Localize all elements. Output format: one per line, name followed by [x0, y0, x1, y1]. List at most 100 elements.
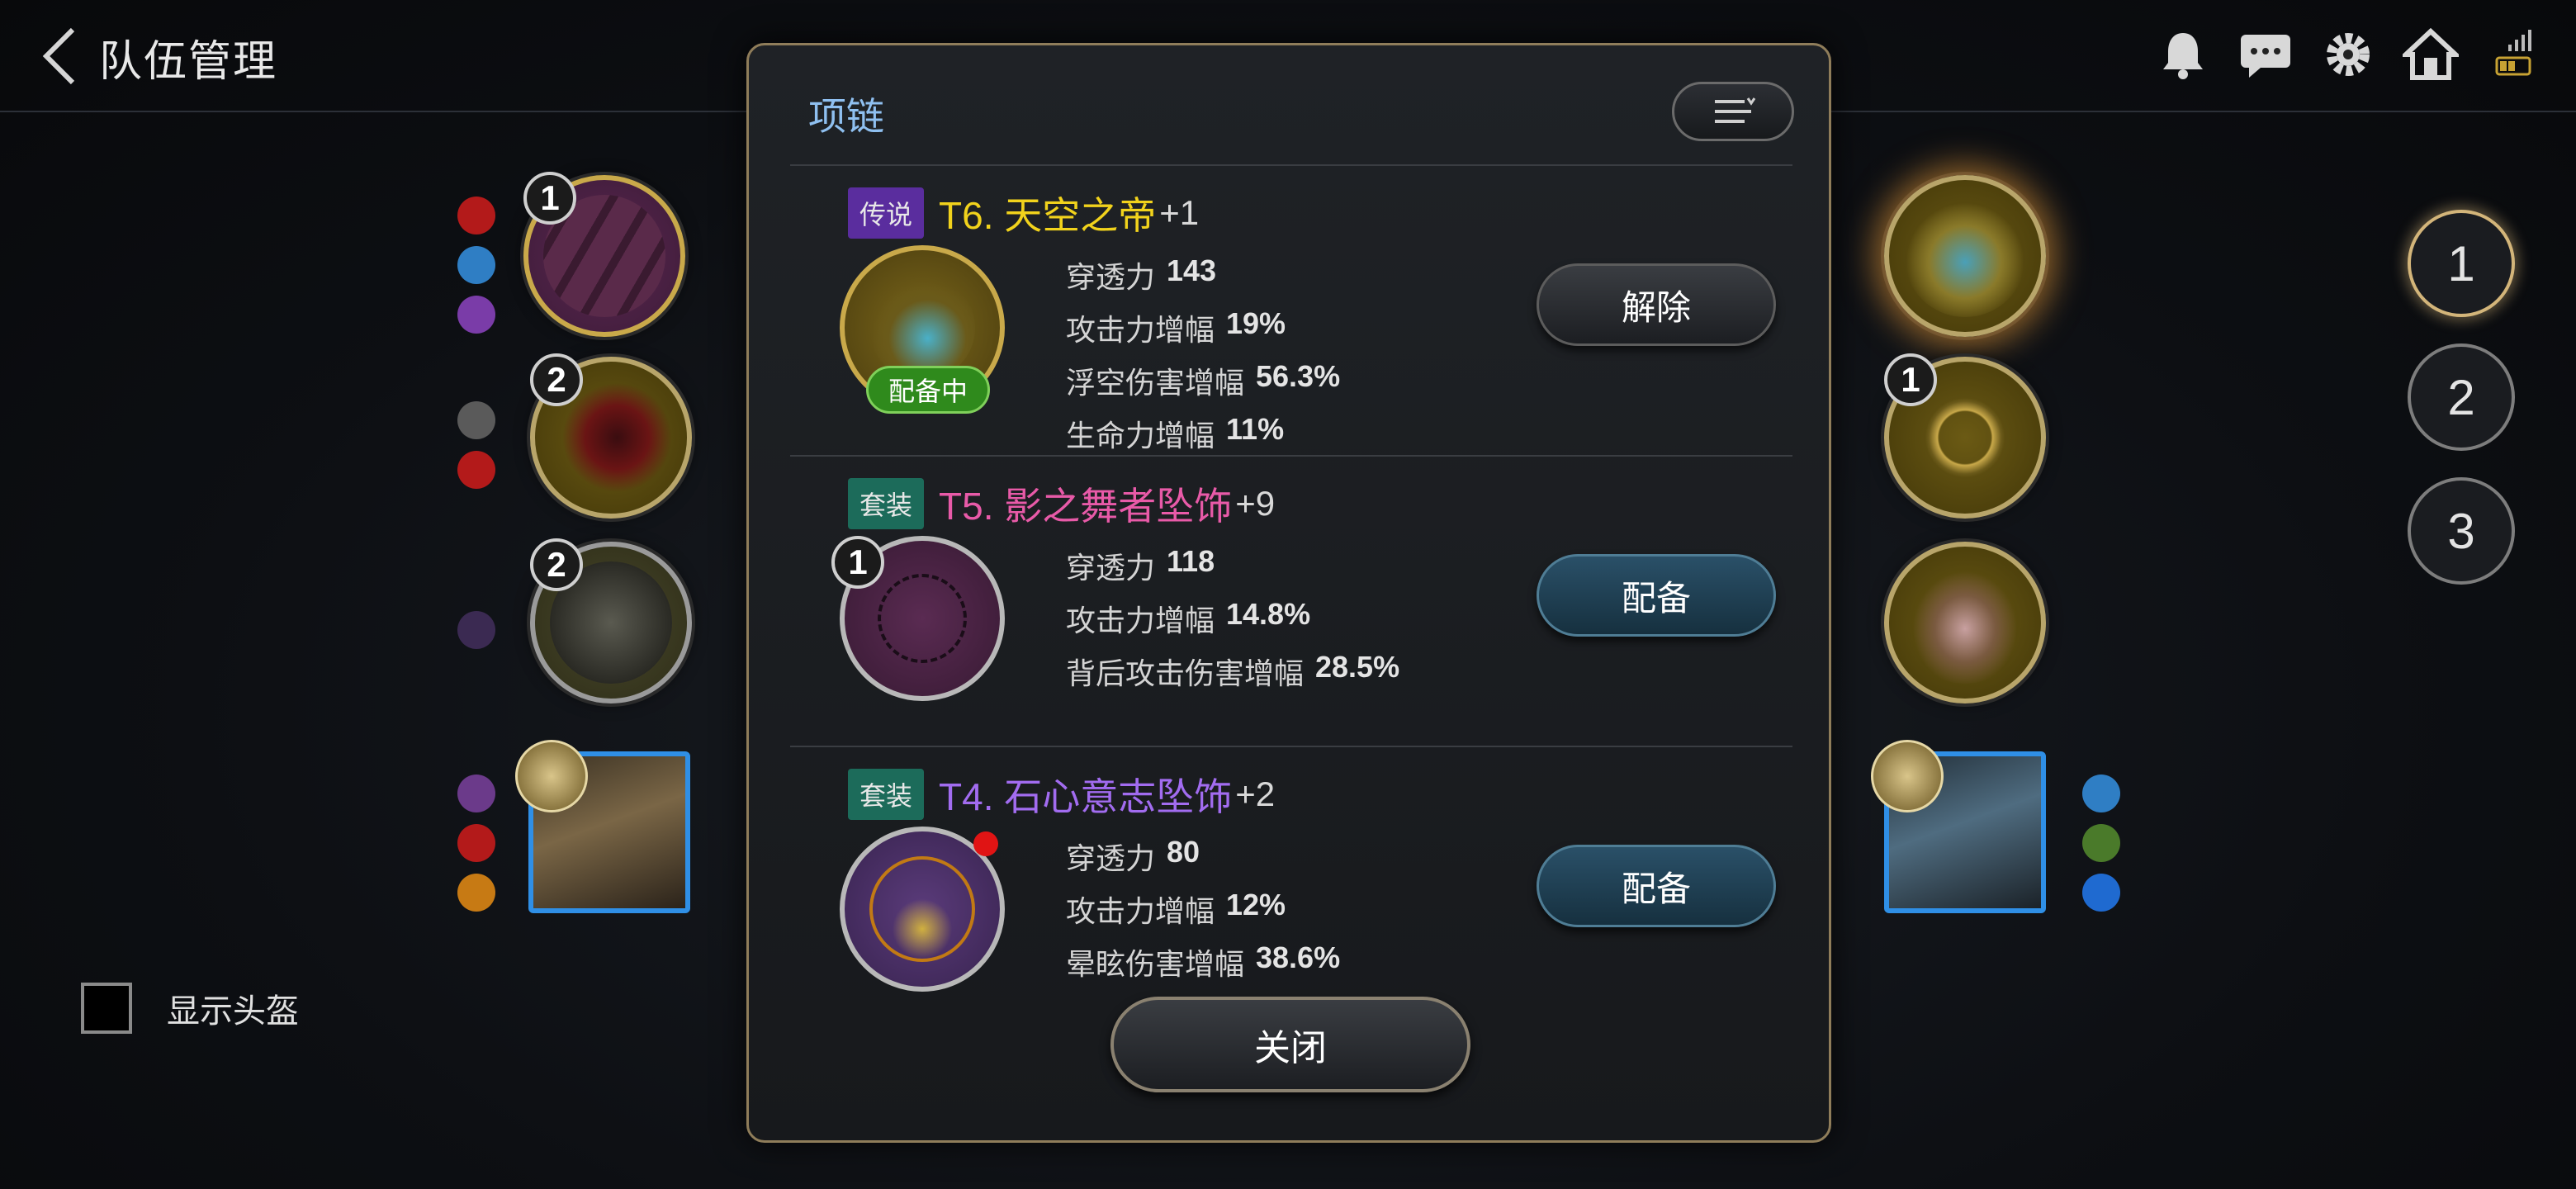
- preset-button-2[interactable]: 2: [2408, 343, 2515, 451]
- bell-icon: [2163, 33, 2203, 79]
- equip-button[interactable]: 配备: [1537, 554, 1776, 637]
- level-badge: 1: [523, 172, 576, 225]
- preset-buttons: 1 2 3: [2408, 210, 2515, 585]
- stat-row: 攻击力增幅 14.8%: [1066, 597, 1399, 640]
- divider: [790, 746, 1792, 747]
- shield-icon: [457, 611, 495, 649]
- stat-label: 浮空伤害增幅: [1066, 366, 1245, 400]
- chevron-left-icon: [42, 27, 75, 85]
- divider: [790, 455, 1792, 457]
- stat-value: 19%: [1226, 306, 1286, 340]
- necklace-art: [878, 574, 967, 663]
- settings-button[interactable]: [2318, 25, 2378, 84]
- home-button[interactable]: [2401, 25, 2460, 84]
- level-badge: 2: [530, 353, 583, 406]
- equip-button[interactable]: 配备: [1537, 845, 1776, 927]
- top-icons: [2153, 25, 2543, 84]
- rarity-badge: 传说: [848, 187, 925, 239]
- wing-icon: [457, 246, 495, 284]
- show-helmet-checkbox[interactable]: [81, 983, 132, 1034]
- medal-icon: [515, 740, 588, 812]
- stat-row: 穿透力 80: [1066, 835, 1340, 878]
- necklace-item-2: 套装 T5. 影之舞者坠饰 +9 1 穿透力 118 攻击力增幅 14.8% 背后攻…: [790, 462, 1792, 742]
- ghost-icon: [457, 296, 495, 334]
- filter-icon: [1715, 97, 1756, 123]
- leaf-icon: [2082, 824, 2120, 862]
- necklace-item-3: 套装 T4. 石心意志坠饰 +2 穿透力 80 攻击力增幅 12% 晕眩伤害增幅 38…: [790, 752, 1792, 1000]
- signal-battery: [2484, 25, 2543, 84]
- enhance-level: +2: [1235, 775, 1276, 813]
- stat-label: 穿透力: [1066, 551, 1156, 585]
- left-equip-slot-2[interactable]: 2: [530, 353, 692, 519]
- chat-button[interactable]: [2236, 25, 2295, 84]
- item-icon[interactable]: 1: [831, 536, 1005, 701]
- stat-label: 穿透力: [1066, 841, 1156, 875]
- show-helmet-label: 显示头盔: [167, 993, 299, 1030]
- stat-row: 攻击力增幅 19%: [1066, 306, 1340, 349]
- right-skill-icons: [2082, 775, 2120, 912]
- claw-icon: [457, 401, 495, 439]
- item-header: 套装 T5. 影之舞者坠饰 +9: [848, 476, 1275, 531]
- item-name: T5. 影之舞者坠饰: [939, 485, 1233, 528]
- stat-label: 背后攻击伤害增幅: [1066, 656, 1305, 690]
- stat-row: 攻击力增幅 12%: [1066, 888, 1340, 931]
- modal-title: 项链: [808, 95, 884, 138]
- signal-battery-icon: [2495, 30, 2531, 76]
- item-stats: 穿透力 80 攻击力增幅 12% 晕眩伤害增幅 38.6%: [1066, 835, 1340, 983]
- item-icon[interactable]: 配备中: [840, 245, 1005, 414]
- right-equip-slot-3[interactable]: [1884, 542, 2046, 703]
- right-equip-slot-2[interactable]: 1: [1884, 353, 2046, 519]
- stat-value: 143: [1167, 253, 1217, 287]
- stat-row: 背后攻击伤害增幅 28.5%: [1066, 650, 1399, 693]
- medal-icon: [1871, 740, 1944, 812]
- right-equip-slot-1[interactable]: [1884, 175, 2046, 337]
- equipped-tag: 配备中: [866, 366, 990, 414]
- stat-row: 穿透力 118: [1066, 544, 1399, 587]
- show-helmet-toggle[interactable]: 显示头盔: [81, 983, 299, 1034]
- fire-icon: [457, 824, 495, 862]
- rarity-badge: 套装: [848, 478, 925, 529]
- left-skill-icons-4: [457, 775, 495, 912]
- stat-label: 攻击力增幅: [1066, 604, 1215, 637]
- stat-value: 56.3%: [1256, 359, 1341, 393]
- preset-button-1[interactable]: 1: [2408, 210, 2515, 317]
- item-name: T6. 天空之帝: [939, 194, 1157, 237]
- notification-button[interactable]: [2153, 25, 2213, 84]
- filter-button[interactable]: [1672, 82, 1794, 141]
- necklace-art: [869, 856, 975, 962]
- close-button[interactable]: 关闭: [1110, 997, 1470, 1092]
- item-stats: 穿透力 118 攻击力增幅 14.8% 背后攻击伤害增幅 28.5%: [1066, 544, 1399, 693]
- back-button[interactable]: [36, 23, 86, 89]
- left-equip-slot-3[interactable]: 2: [530, 538, 692, 703]
- stat-value: 38.6%: [1256, 940, 1341, 974]
- new-indicator: [973, 831, 998, 856]
- stat-value: 11%: [1226, 412, 1285, 446]
- left-skill-icons-1: [457, 197, 495, 334]
- preset-button-3[interactable]: 3: [2408, 477, 2515, 585]
- item-stats: 穿透力 143 攻击力增幅 19% 浮空伤害增幅 56.3% 生命力增幅 11%: [1066, 253, 1340, 455]
- item-icon[interactable]: [840, 827, 1005, 992]
- necklace-item-1: 传说 T6. 天空之帝 +1 配备中 穿透力 143 攻击力增幅 19% 浮空伤害增…: [790, 171, 1792, 452]
- level-badge: 1: [831, 536, 884, 589]
- snowflake-icon: [2082, 874, 2120, 912]
- stat-label: 晕眩伤害增幅: [1066, 947, 1245, 981]
- level-badge: 1: [1884, 353, 1937, 406]
- divider: [790, 164, 1792, 166]
- level-badge: 2: [530, 538, 583, 591]
- stat-value: 14.8%: [1226, 597, 1311, 631]
- stat-row: 生命力增幅 11%: [1066, 412, 1340, 455]
- stat-row: 晕眩伤害增幅 38.6%: [1066, 940, 1340, 983]
- stat-label: 攻击力增幅: [1066, 313, 1215, 347]
- stat-value: 12%: [1226, 888, 1286, 921]
- unequip-button[interactable]: 解除: [1537, 263, 1776, 346]
- necklace-modal: 项链 传说 T6. 天空之帝 +1 配备中 穿透力 143 攻击力增幅 19% 浮空…: [746, 43, 1831, 1143]
- fire-icon: [457, 197, 495, 234]
- item-header: 传说 T6. 天空之帝 +1: [848, 186, 1199, 240]
- stat-value: 80: [1167, 835, 1200, 869]
- enhance-level: +9: [1235, 484, 1276, 523]
- home-icon: [2403, 27, 2459, 80]
- left-equip-slot-1[interactable]: 1: [523, 172, 685, 337]
- wing-icon: [2082, 775, 2120, 812]
- left-skill-icons-2: [457, 401, 495, 489]
- stat-label: 生命力增幅: [1066, 419, 1215, 452]
